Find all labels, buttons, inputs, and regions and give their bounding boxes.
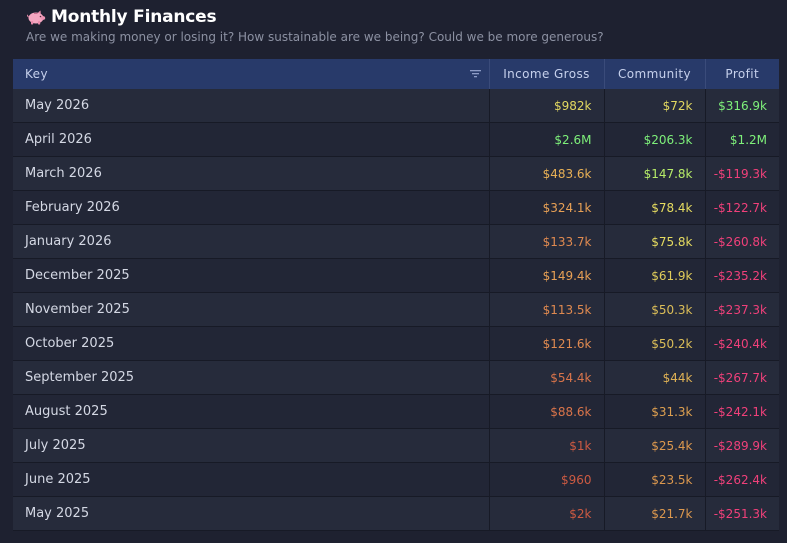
cell-profit: -$242.1k [705, 394, 779, 429]
column-header-key[interactable]: Key [13, 59, 490, 89]
title-row: Monthly Finances [26, 6, 217, 28]
table-row[interactable]: June 2025 $960 $23.5k -$262.4k [13, 462, 779, 497]
cell-community: $44k [604, 360, 706, 395]
cell-key: February 2026 [13, 190, 490, 225]
page-subtitle: Are we making money or losing it? How su… [26, 30, 604, 44]
cell-income-gross: $982k [489, 89, 605, 123]
cell-profit: -$119.3k [705, 156, 779, 191]
finances-table-container: Key Income Gross Community Profit May 20… [13, 59, 779, 531]
cell-community: $23.5k [604, 462, 706, 497]
cell-key: March 2026 [13, 156, 490, 191]
cell-income-gross: $2k [489, 496, 605, 531]
cell-profit: $316.9k [705, 89, 779, 123]
cell-key: August 2025 [13, 394, 490, 429]
column-header-profit[interactable]: Profit [705, 59, 779, 89]
cell-key: January 2026 [13, 224, 490, 259]
cell-income-gross: $324.1k [489, 190, 605, 225]
cell-community: $147.8k [604, 156, 706, 191]
cell-profit: -$289.9k [705, 428, 779, 463]
table-row[interactable]: November 2025 $113.5k $50.3k -$237.3k [13, 292, 779, 327]
cell-community: $25.4k [604, 428, 706, 463]
cell-community: $61.9k [604, 258, 706, 293]
cell-income-gross: $121.6k [489, 326, 605, 361]
column-header-income-gross[interactable]: Income Gross [489, 59, 605, 89]
table-body: May 2026 $982k $72k $316.9k April 2026 $2.6M $… [13, 89, 779, 531]
cell-key: December 2025 [13, 258, 490, 293]
cell-community: $50.2k [604, 326, 706, 361]
cell-profit: -$122.7k [705, 190, 779, 225]
cell-profit: -$260.8k [705, 224, 779, 259]
cell-community: $75.8k [604, 224, 706, 259]
table-row[interactable]: December 2025 $149.4k $61.9k -$235.2k [13, 258, 779, 293]
table-row[interactable]: August 2025 $88.6k $31.3k -$242.1k [13, 394, 779, 429]
table-row[interactable]: February 2026 $324.1k $78.4k -$122.7k [13, 190, 779, 225]
filter-icon[interactable] [469, 68, 481, 79]
cell-income-gross: $1k [489, 428, 605, 463]
page-header: Monthly Finances [26, 6, 217, 28]
cell-income-gross: $113.5k [489, 292, 605, 327]
cell-income-gross: $149.4k [489, 258, 605, 293]
cell-key: May 2025 [13, 496, 490, 531]
table-header-row: Key Income Gross Community Profit [13, 59, 779, 89]
cell-profit: -$240.4k [705, 326, 779, 361]
cell-key: October 2025 [13, 326, 490, 361]
cell-community: $78.4k [604, 190, 706, 225]
cell-key: September 2025 [13, 360, 490, 395]
table-row[interactable]: October 2025 $121.6k $50.2k -$240.4k [13, 326, 779, 361]
cell-community: $206.3k [604, 122, 706, 157]
column-header-key-label: Key [25, 67, 48, 81]
cell-profit: $1.2M [705, 122, 779, 157]
cell-income-gross: $2.6M [489, 122, 605, 157]
cell-profit: -$262.4k [705, 462, 779, 497]
table-row[interactable]: January 2026 $133.7k $75.8k -$260.8k [13, 224, 779, 259]
cell-community: $72k [604, 89, 706, 123]
cell-income-gross: $960 [489, 462, 605, 497]
cell-community: $50.3k [604, 292, 706, 327]
cell-profit: -$267.7k [705, 360, 779, 395]
cell-community: $31.3k [604, 394, 706, 429]
cell-income-gross: $88.6k [489, 394, 605, 429]
table-row[interactable]: April 2026 $2.6M $206.3k $1.2M [13, 122, 779, 157]
table-row[interactable]: September 2025 $54.4k $44k -$267.7k [13, 360, 779, 395]
table-row[interactable]: May 2026 $982k $72k $316.9k [13, 89, 779, 123]
pig-icon [26, 9, 46, 25]
finances-table: Key Income Gross Community Profit May 20… [13, 59, 779, 531]
table-row[interactable]: July 2025 $1k $25.4k -$289.9k [13, 428, 779, 463]
cell-key: November 2025 [13, 292, 490, 327]
cell-income-gross: $54.4k [489, 360, 605, 395]
table-row[interactable]: March 2026 $483.6k $147.8k -$119.3k [13, 156, 779, 191]
cell-key: April 2026 [13, 122, 490, 157]
cell-key: May 2026 [13, 89, 490, 123]
table-row[interactable]: May 2025 $2k $21.7k -$251.3k [13, 496, 779, 531]
cell-community: $21.7k [604, 496, 706, 531]
cell-profit: -$235.2k [705, 258, 779, 293]
cell-key: July 2025 [13, 428, 490, 463]
cell-income-gross: $483.6k [489, 156, 605, 191]
cell-income-gross: $133.7k [489, 224, 605, 259]
page-title: Monthly Finances [51, 7, 217, 27]
cell-profit: -$251.3k [705, 496, 779, 531]
column-header-community[interactable]: Community [604, 59, 706, 89]
cell-profit: -$237.3k [705, 292, 779, 327]
cell-key: June 2025 [13, 462, 490, 497]
